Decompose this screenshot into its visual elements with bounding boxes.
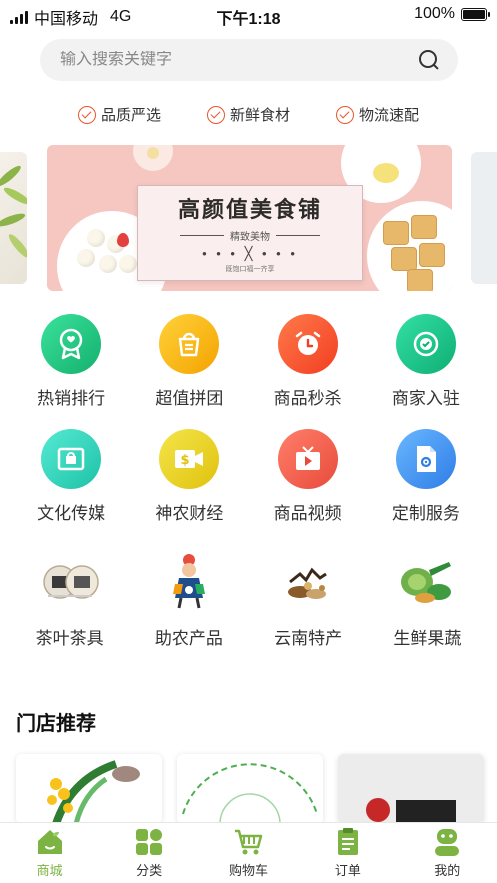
banner-decoration: • • • ╳ • • •: [202, 246, 298, 261]
check-circle-icon: [77, 105, 96, 124]
grid-label: 文化传媒: [37, 504, 106, 523]
vegetables-image: [395, 552, 459, 612]
feature-fresh: 新鲜食材: [206, 104, 290, 125]
battery-percent: 100%: [414, 5, 455, 22]
status-bar-right: 100%: [414, 5, 490, 23]
tab-label: 订单: [334, 863, 361, 878]
banner-subtitle: 精致美物: [230, 232, 270, 243]
store-list: [16, 754, 497, 824]
feature-logistics: 物流速配: [336, 104, 419, 125]
category-icon: [134, 827, 164, 857]
feature-label: 品质严选: [100, 107, 161, 124]
tab-cart[interactable]: 购物车: [208, 827, 288, 883]
specialty-image: [276, 552, 340, 612]
banner-title: 高颜值美食铺: [177, 197, 322, 222]
plant-logo-image: [47, 760, 140, 824]
tab-orders[interactable]: 订单: [308, 827, 388, 883]
category-tea-set[interactable]: 茶叶茶具: [15, 552, 125, 649]
feature-grid: 热销排行 超值拼团 商品秒杀 商家入驻 文化传媒 $ 神农财经 商品视频 定制服…: [0, 314, 497, 544]
tab-profile[interactable]: 我的: [407, 827, 487, 883]
tab-label: 购物车: [228, 863, 268, 878]
search-bar[interactable]: [40, 39, 458, 81]
store-card[interactable]: [338, 754, 484, 824]
order-icon: [333, 827, 363, 857]
farmer-image: [157, 552, 221, 612]
profile-icon: [432, 827, 462, 857]
feature-label: 物流速配: [359, 107, 420, 124]
bottom-tab-bar: 商城 分类 购物车 订单 我的: [0, 822, 497, 883]
brand-logo-image: [366, 798, 456, 824]
store-card[interactable]: [177, 754, 323, 824]
grid-label: 商品视频: [273, 504, 342, 523]
grid-label: 商品秒杀: [273, 389, 342, 408]
feature-highlights: 品质严选 新鲜食材 物流速配: [0, 104, 497, 125]
banner-subtitle-row: 精致美物: [138, 228, 362, 243]
cart-icon: [233, 827, 263, 857]
grid-label: 神农财经: [155, 504, 224, 523]
tab-label: 分类: [136, 863, 163, 878]
category-label: 生鲜果蔬: [393, 629, 462, 648]
grid-item-culture-media[interactable]: 文化传媒: [21, 429, 121, 524]
dollar-camera-icon: $: [159, 429, 220, 489]
category-farm-help[interactable]: 助农产品: [134, 552, 244, 649]
grid-item-merchant-join[interactable]: 商家入驻: [376, 314, 476, 409]
status-bar: 中国移动 4G 下午1:18 100%: [0, 0, 497, 30]
category-row: 茶叶茶具 助农产品 云南特产 生鲜果蔬: [0, 552, 497, 649]
category-label: 助农产品: [154, 629, 223, 648]
grid-item-finance[interactable]: $ 神农财经: [139, 429, 239, 524]
grid-label: 超值拼团: [155, 389, 224, 408]
grid-item-custom-service[interactable]: 定制服务: [376, 429, 476, 524]
feature-label: 新鲜食材: [229, 107, 290, 124]
rice-coop-logo-image: [182, 763, 318, 824]
store-section-title: 门店推荐: [16, 713, 96, 735]
shopping-bag-window-icon: [41, 429, 102, 489]
banner-prev-slide[interactable]: [0, 152, 27, 284]
banner-next-slide[interactable]: [471, 152, 497, 284]
tea-set-image: [38, 552, 102, 612]
promo-banner[interactable]: 高颜值美食铺 精致美物 • • • ╳ • • • 既饱口福一齐享: [47, 145, 452, 291]
grid-item-product-video[interactable]: 商品视频: [258, 429, 358, 524]
ribbon-icon: [41, 314, 102, 374]
tab-label: 我的: [434, 863, 461, 878]
bag-icon: [159, 314, 220, 374]
category-label: 茶叶茶具: [35, 629, 104, 648]
grid-label: 热销排行: [37, 389, 106, 408]
grid-item-flash-sale[interactable]: 商品秒杀: [258, 314, 358, 409]
banner-small-text: 既饱口福一齐享: [225, 266, 275, 273]
search-input[interactable]: [60, 51, 418, 69]
grid-item-group-buy[interactable]: 超值拼团: [139, 314, 239, 409]
home-icon: [35, 827, 65, 857]
check-circle-icon: [206, 105, 225, 124]
tab-category[interactable]: 分类: [109, 827, 189, 883]
tab-home[interactable]: 商城: [10, 827, 90, 883]
grid-item-hot-ranking[interactable]: 热销排行: [21, 314, 121, 409]
category-label: 云南特产: [274, 629, 343, 648]
grid-label: 定制服务: [391, 504, 460, 523]
feature-quality: 品质严选: [77, 104, 161, 125]
tv-play-icon: [277, 429, 338, 489]
search-icon[interactable]: [418, 49, 440, 71]
check-circle-icon: [336, 105, 354, 124]
svg-text:$: $: [181, 453, 190, 468]
store-card[interactable]: [16, 754, 162, 824]
tab-label: 商城: [36, 863, 63, 878]
grid-label: 商家入驻: [391, 389, 460, 408]
alarm-clock-icon: [277, 314, 338, 374]
category-fresh-produce[interactable]: 生鲜果蔬: [372, 552, 482, 649]
banner-card: 高颜值美食铺 精致美物 • • • ╳ • • • 既饱口福一齐享: [137, 185, 363, 281]
document-gear-icon: [395, 429, 456, 489]
category-yunnan-specialty[interactable]: 云南特产: [253, 552, 363, 649]
badge-check-icon: [395, 314, 456, 374]
battery-icon: [461, 7, 490, 21]
